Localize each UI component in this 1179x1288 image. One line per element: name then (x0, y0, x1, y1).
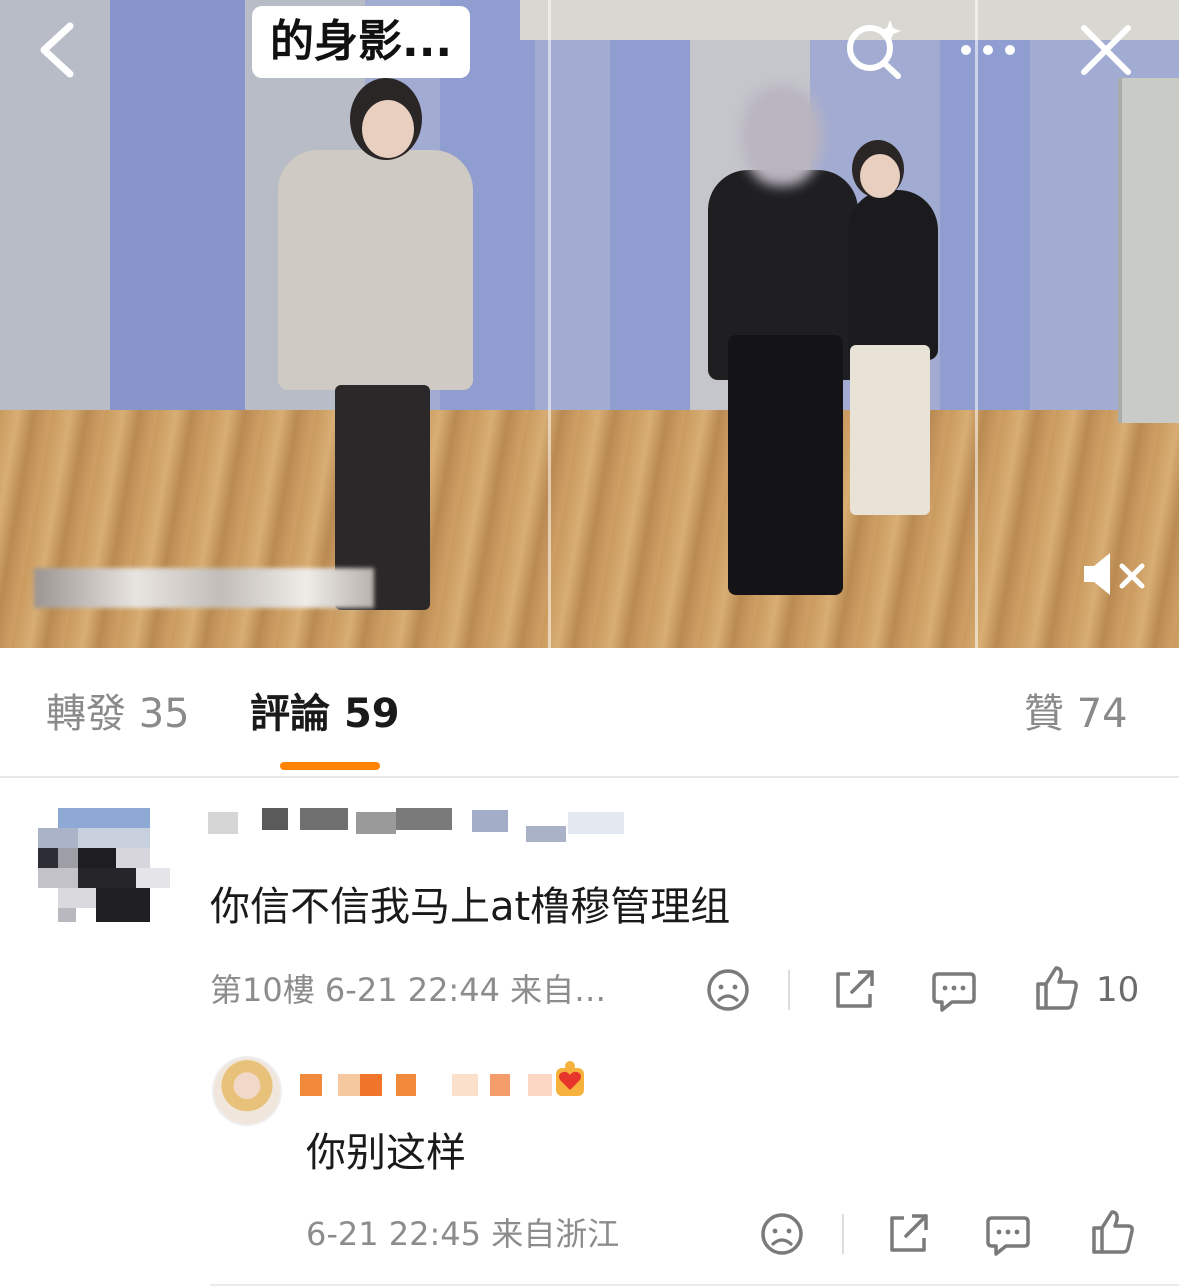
muted-speaker-icon (1084, 553, 1145, 595)
username-blurred (300, 808, 348, 830)
blurred-face (742, 86, 822, 186)
tab-label: 轉發 (46, 691, 126, 737)
reply-text: 你别这样 (306, 1130, 466, 1176)
dancer-pants (850, 345, 930, 515)
dancer-face (860, 154, 900, 198)
reply-source: 来自浙江 (491, 1215, 620, 1253)
username-blurred (360, 1074, 382, 1096)
username-blurred (472, 810, 508, 832)
dancer-shirt (278, 150, 473, 390)
avatar[interactable] (212, 1056, 282, 1126)
reply-button[interactable] (930, 966, 978, 1014)
door (1118, 78, 1179, 423)
fan-badge[interactable] (552, 1060, 590, 1100)
tab-count: 35 (138, 691, 190, 737)
share-button[interactable] (830, 966, 878, 1014)
comment-source: 来自… (510, 971, 607, 1009)
username-blurred (396, 1074, 416, 1096)
sad-face-icon (707, 969, 749, 1011)
mute-button[interactable] (1080, 550, 1150, 598)
tab-comments[interactable]: 評論 59 (250, 688, 400, 740)
like-button[interactable] (1088, 1208, 1136, 1256)
chevron-left-icon (40, 22, 74, 78)
search-sparkle-icon (847, 20, 901, 79)
thumbs-up-icon (1036, 966, 1078, 1010)
username-blurred[interactable] (208, 812, 238, 834)
mirror-edge (975, 0, 978, 648)
avatar[interactable] (38, 808, 172, 938)
heart-badge-icon (556, 1061, 584, 1096)
username-blurred (568, 812, 624, 834)
username-blurred (338, 1074, 360, 1096)
comment-bubble-icon (932, 972, 976, 1012)
username-blurred[interactable] (300, 1074, 322, 1096)
comment-text: 你信不信我马上at橹穆管理组 (210, 884, 731, 930)
username-blurred (490, 1074, 510, 1096)
blurred-caption (34, 568, 374, 608)
share-icon (890, 1214, 928, 1252)
close-icon (1081, 25, 1131, 75)
dancer-shirt (848, 190, 938, 360)
share-button[interactable] (884, 1210, 932, 1258)
comment-time: 6-21 22:44 (324, 971, 500, 1009)
like-button[interactable] (1032, 964, 1080, 1012)
username-blurred (452, 1074, 478, 1096)
thumbs-up-icon (1092, 1210, 1134, 1254)
video-player[interactable]: 的身影... (0, 0, 1179, 648)
reply-meta: 6-21 22:45 来自浙江 (306, 1214, 619, 1254)
close-button[interactable] (1074, 18, 1138, 82)
divider (842, 1214, 844, 1254)
reply-time: 6-21 22:45 (306, 1215, 482, 1253)
search-button[interactable] (842, 18, 906, 82)
back-button[interactable] (30, 18, 90, 82)
wood-floor (0, 410, 1179, 648)
tab-label: 評論 (250, 691, 330, 737)
username-blurred (528, 1074, 552, 1096)
more-button[interactable] (956, 18, 1020, 82)
comment-bubble-icon (986, 1216, 1030, 1256)
tab-count: 74 (1076, 691, 1128, 737)
comment-floor: 第10樓 (210, 971, 315, 1009)
comment-meta: 第10樓 6-21 22:44 来自… (210, 970, 606, 1010)
wall-panel (610, 0, 690, 430)
username-blurred (526, 826, 566, 842)
tab-likes[interactable]: 贊 74 (1024, 688, 1128, 740)
username-blurred (262, 808, 288, 830)
dislike-button[interactable] (758, 1210, 806, 1258)
divider (788, 970, 790, 1010)
mirror-edge (548, 0, 551, 648)
username-blurred (356, 812, 396, 834)
more-dots-icon (961, 45, 1015, 55)
tab-reposts[interactable]: 轉發 35 (46, 688, 190, 740)
active-tab-indicator (280, 762, 380, 770)
share-icon (836, 970, 874, 1008)
wall-panel (110, 0, 245, 430)
tab-count: 59 (343, 691, 400, 737)
like-count: 10 (1096, 970, 1140, 1010)
video-title-overlay: 的身影... (252, 6, 471, 78)
dancer-face (362, 100, 414, 158)
tab-label: 贊 (1024, 691, 1064, 737)
reply-button[interactable] (984, 1210, 1032, 1258)
dancer-pants (728, 335, 843, 595)
sad-face-icon (761, 1213, 803, 1255)
username-blurred (396, 808, 452, 830)
interaction-tabs: 轉發 35 評論 59 贊 74 (0, 648, 1179, 778)
dislike-button[interactable] (704, 966, 752, 1014)
divider (210, 1284, 1179, 1286)
